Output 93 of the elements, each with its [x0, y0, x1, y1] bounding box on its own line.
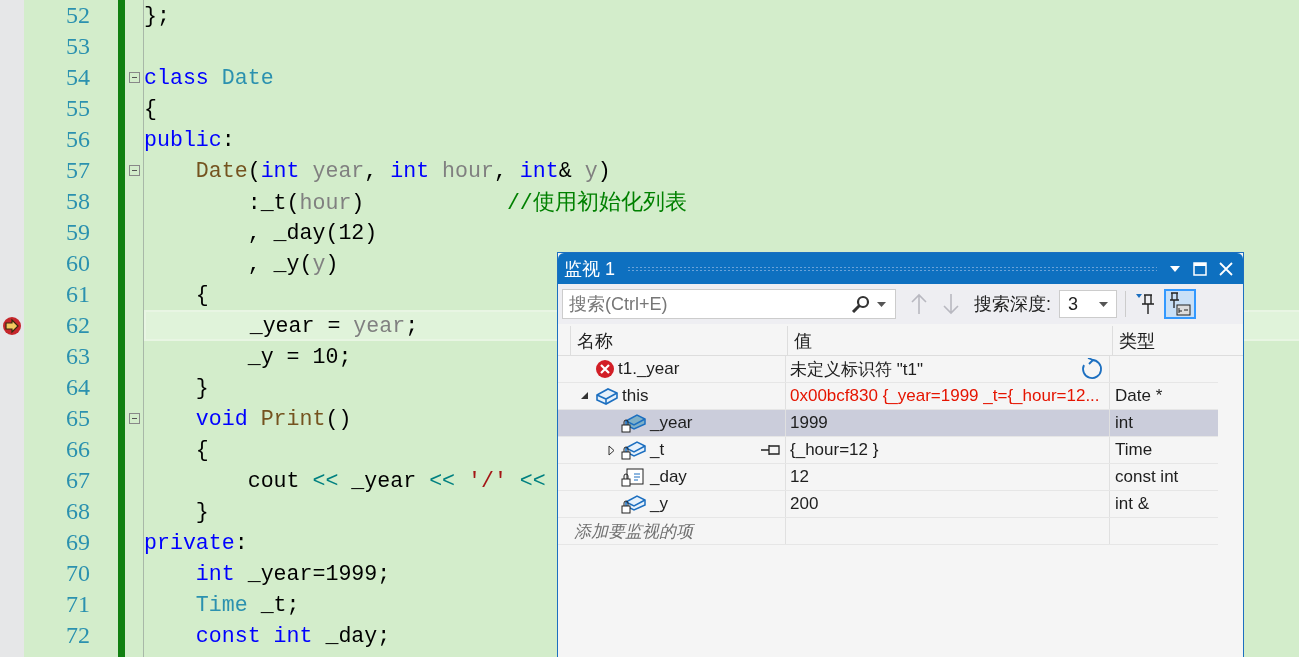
watch-name: _day [650, 467, 687, 487]
watch-type: Time [1115, 440, 1153, 460]
line-number: 56 [66, 126, 90, 153]
watch-name: _t [650, 440, 665, 460]
line-number: 69 [66, 529, 90, 556]
line-number: 57 [66, 157, 90, 184]
code-line: Time _t; [194, 592, 300, 617]
code-line: private: [144, 530, 248, 555]
dropdown-caret-icon[interactable] [877, 302, 886, 307]
watch-row[interactable]: _day 12 const int [558, 464, 1218, 491]
column-header[interactable]: 名称 [570, 326, 787, 355]
code-line: :_t(hour) //使用初始化列表 [246, 189, 687, 216]
pin-filter-icon[interactable] [1134, 292, 1156, 316]
code-line: _year = year; [248, 313, 419, 338]
line-number: 59 [66, 219, 90, 246]
code-line: { [194, 437, 209, 462]
code-line: class Date [144, 65, 274, 90]
code-line: cout << _year << '/' << [246, 468, 546, 493]
expanded-arrow-icon[interactable] [581, 392, 589, 400]
code-line: void Print() [194, 406, 352, 431]
watch-value: 200 [790, 494, 819, 514]
collapse-icon[interactable] [128, 165, 140, 176]
code-line: } [194, 375, 209, 400]
watch-value: {_hour=12 } [790, 440, 879, 460]
watch-type: int & [1115, 494, 1150, 514]
line-number: 61 [66, 281, 90, 308]
pin-label-icon [1168, 291, 1192, 317]
maximize-icon[interactable] [1193, 261, 1207, 276]
code-line: , _y(y) [246, 251, 339, 276]
line-number: 54 [66, 64, 90, 91]
line-number: 55 [66, 95, 90, 122]
code-line: Date(int year, int hour, int& y) [194, 158, 611, 183]
line-number: 62 [66, 312, 90, 339]
code-line: _y = 10; [246, 344, 352, 369]
code-line: int _year=1999; [194, 561, 391, 586]
line-number: 71 [66, 591, 90, 618]
line-number: 53 [66, 33, 90, 60]
line-number: 66 [66, 436, 90, 463]
code-line: , _day(12) [246, 220, 378, 245]
locked-constant-icon [621, 466, 647, 488]
dropdown-caret-icon[interactable] [1169, 264, 1181, 273]
code-line: const int _day; [194, 623, 391, 648]
search-icon[interactable] [850, 295, 870, 313]
pin-text-toggle-button[interactable] [1164, 289, 1196, 319]
close-icon[interactable] [1219, 261, 1233, 276]
code-line: public: [144, 127, 235, 152]
watch-row[interactable]: t1._year 未定义标识符 "t1" [558, 356, 1218, 383]
locked-field-icon [621, 493, 647, 515]
watch-row[interactable]: _t {_hour=12 } Time [558, 437, 1218, 464]
line-number: 68 [66, 498, 90, 525]
line-number: 58 [66, 188, 90, 215]
watch-row[interactable]: _y 200 int & [558, 491, 1218, 518]
pin-icon[interactable] [761, 444, 781, 456]
line-number: 52 [66, 2, 90, 29]
watch-name: t1._year [618, 359, 680, 379]
locked-field-icon [621, 439, 647, 461]
watch-value: 0x00bcf830 {_year=1999 _t={_hour=12... [790, 386, 1100, 406]
watch-name: _y [650, 494, 668, 514]
column-header[interactable]: 类型 [1112, 326, 1221, 355]
search-depth-label: 搜索深度: [974, 293, 1051, 316]
watch-name: _year [650, 413, 693, 433]
watch-name: this [622, 386, 649, 406]
watch-type: int [1115, 413, 1133, 433]
watch-type: Date * [1115, 386, 1163, 406]
search-field[interactable]: 搜索(Ctrl+E) [562, 289, 896, 319]
refresh-icon[interactable] [1081, 358, 1103, 380]
line-number: 65 [66, 405, 90, 432]
line-number: 70 [66, 560, 90, 587]
collapsed-arrow-icon[interactable] [607, 444, 615, 456]
error-icon [595, 359, 615, 379]
line-number: 67 [66, 467, 90, 494]
add-watch-field[interactable]: 添加要监视的项 [558, 519, 693, 543]
watch-value: 1999 [790, 413, 828, 433]
code-line: } [194, 499, 209, 524]
watch-value: 未定义标识符 "t1" [790, 358, 923, 381]
window-title: 监视 1 [564, 257, 615, 281]
search-depth-dropdown[interactable]: 3 [1059, 290, 1117, 318]
locked-field-icon [621, 412, 647, 434]
watch-type: const int [1115, 467, 1179, 487]
code-line: { [194, 282, 209, 307]
watch-value: 12 [790, 467, 809, 487]
dropdown-caret-icon [1099, 301, 1108, 307]
watch-row[interactable]: _year 1999 int [558, 410, 1218, 437]
collapse-icon[interactable] [128, 72, 140, 83]
code-line: { [144, 96, 157, 121]
line-number: 63 [66, 343, 90, 370]
collapse-icon[interactable] [128, 413, 140, 424]
column-header[interactable]: 值 [787, 326, 1112, 355]
line-number: 72 [66, 622, 90, 649]
cube-icon [595, 386, 619, 406]
code-line: }; [144, 3, 170, 28]
line-number: 60 [66, 250, 90, 277]
line-number: 64 [66, 374, 90, 401]
